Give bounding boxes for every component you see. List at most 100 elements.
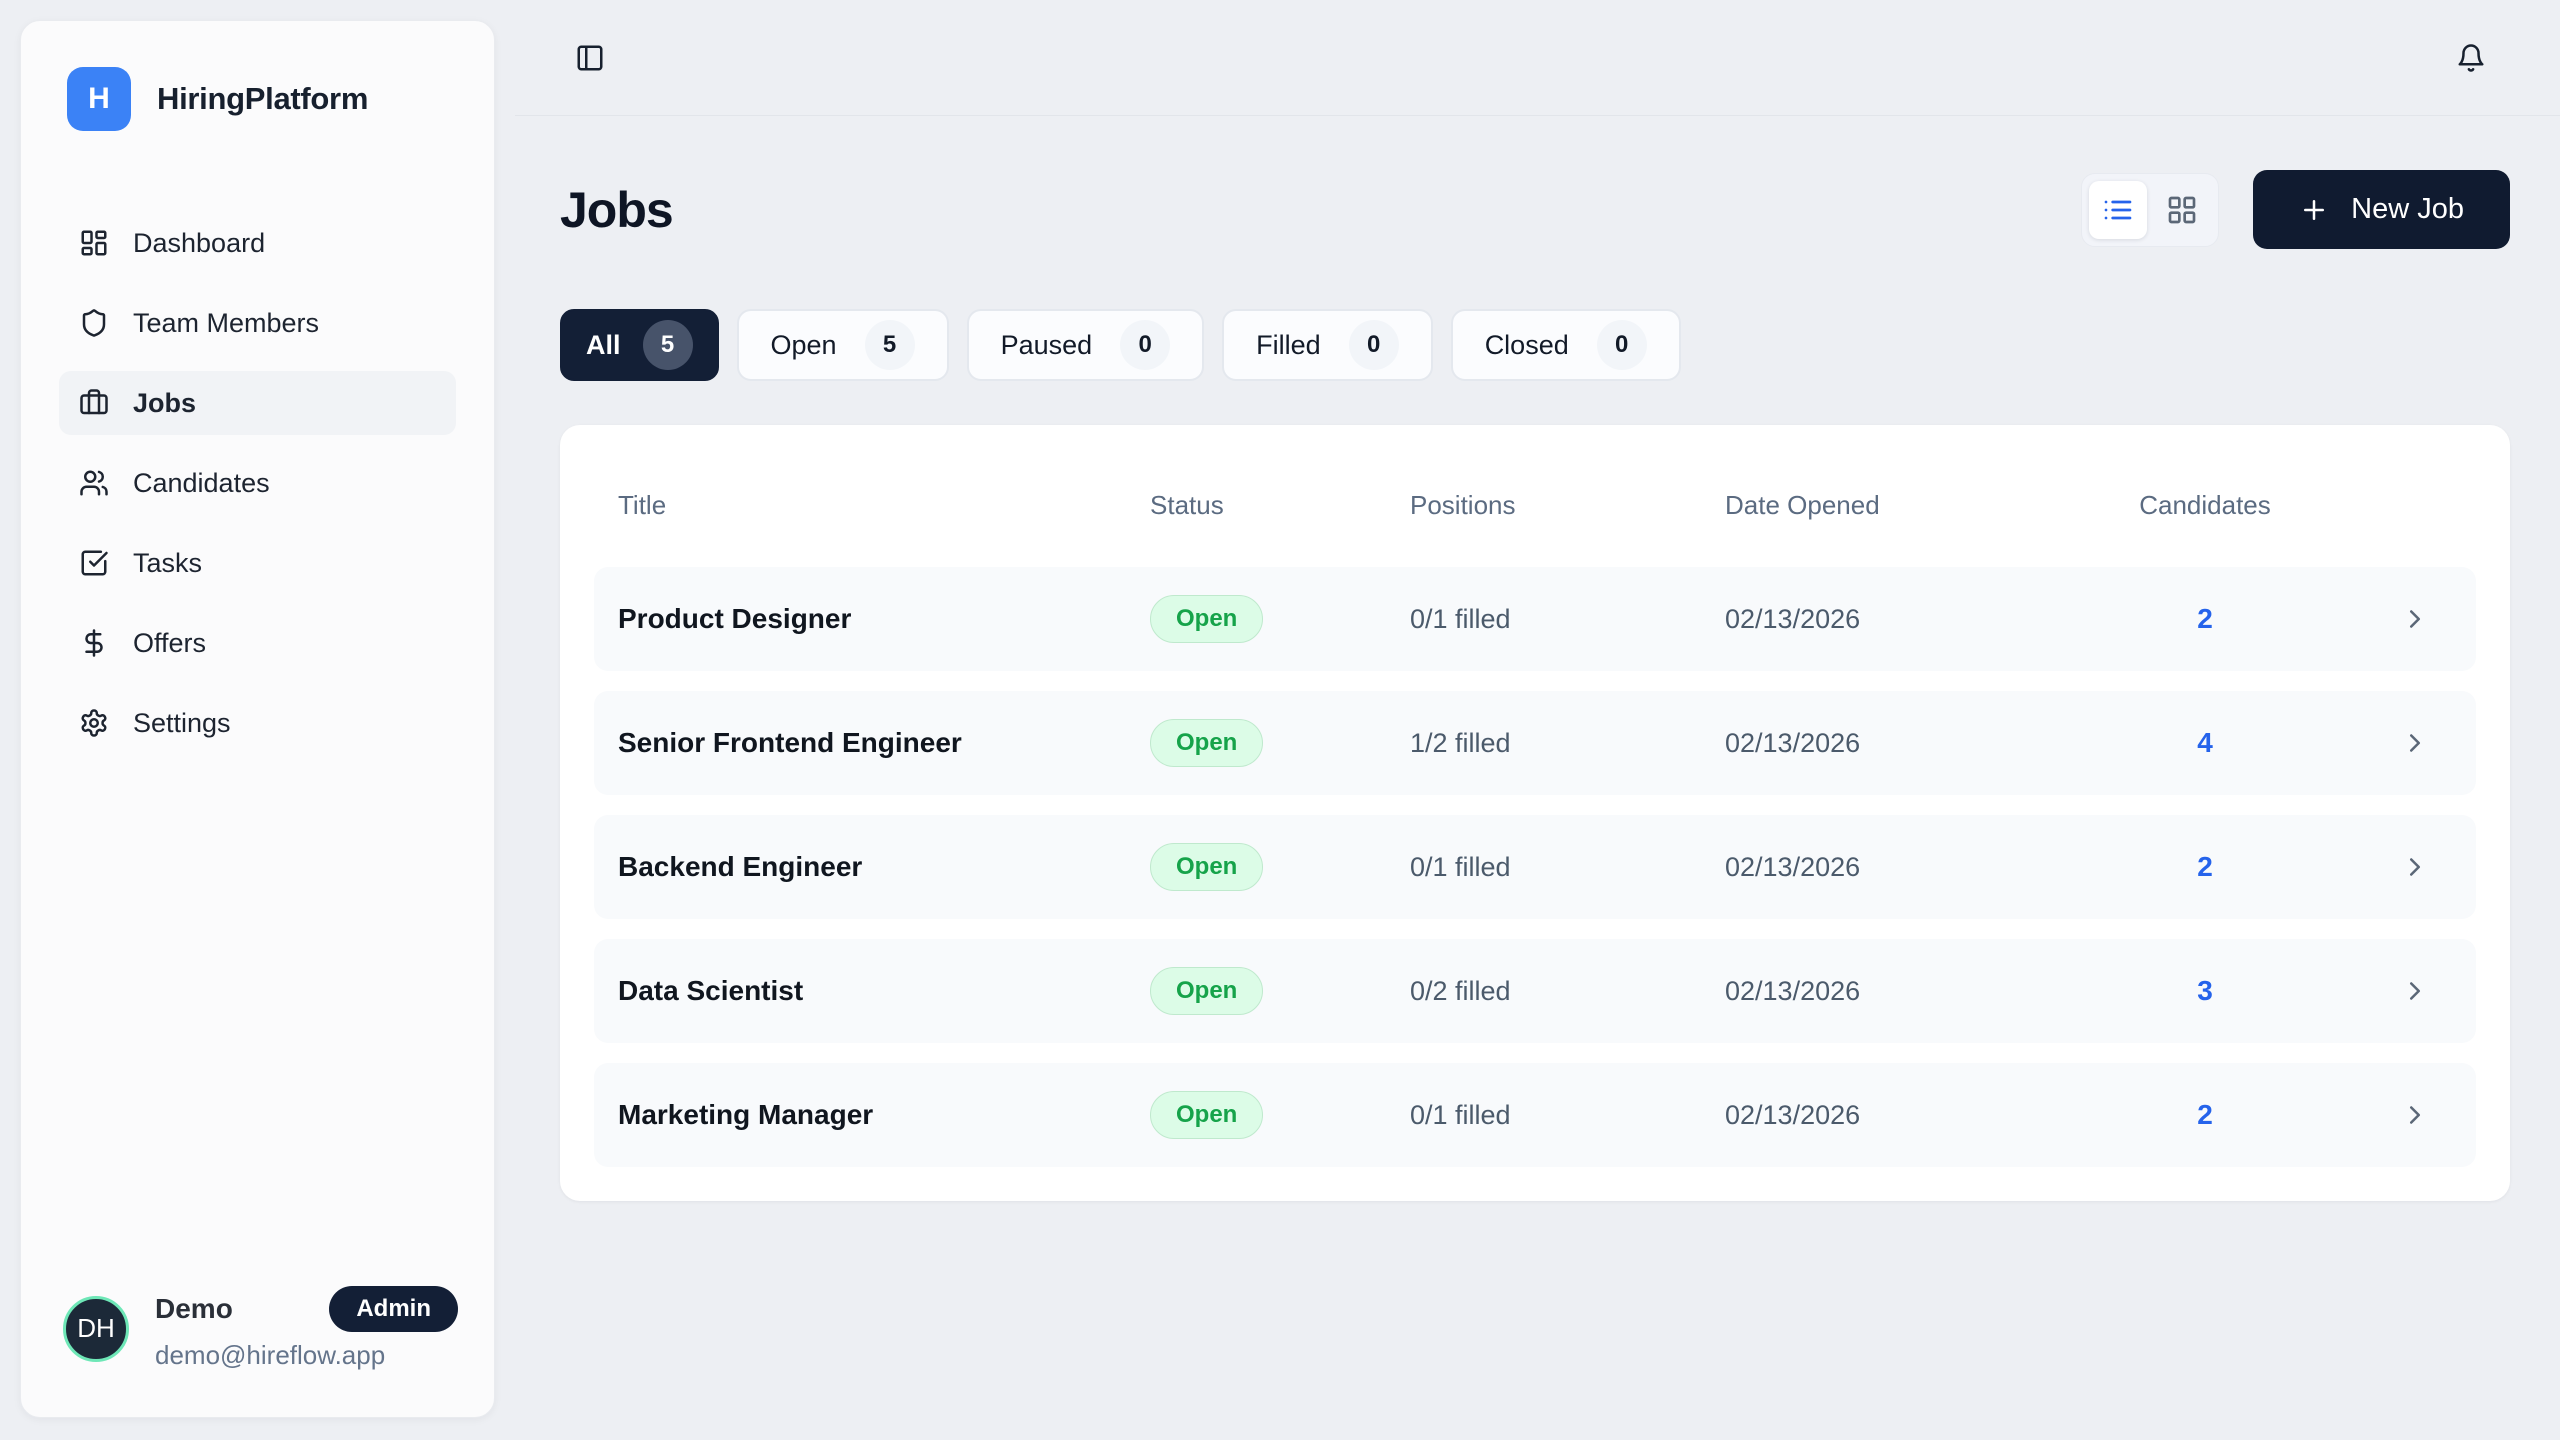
column-header-positions: Positions [1410,490,1725,521]
column-header-title: Title [594,490,1150,521]
job-title: Data Scientist [594,975,1150,1007]
notifications-button[interactable] [2456,43,2486,73]
brand-name: HiringPlatform [157,81,368,117]
job-date-opened: 02/13/2026 [1725,728,2135,759]
filter-tabs: All 5 Open 5 Paused 0 Filled 0 Closed 0 [560,309,2510,381]
filter-count: 0 [1349,320,1399,370]
sidebar-item-tasks[interactable]: Tasks [59,531,456,595]
table-row[interactable]: Senior Frontend Engineer Open 1/2 filled… [594,691,2476,795]
row-chevron[interactable] [2400,604,2476,634]
chevron-right-icon [2400,976,2430,1006]
job-candidates-count[interactable]: 3 [2135,975,2275,1007]
filter-all[interactable]: All 5 [560,309,719,381]
jobs-table-card: Title Status Positions Date Opened Candi… [560,425,2510,1201]
column-header-candidates: Candidates [2135,490,2275,521]
user-name: Demo [155,1293,233,1325]
column-header-status: Status [1150,490,1410,521]
job-positions: 0/1 filled [1410,1100,1725,1131]
filter-count: 0 [1120,320,1170,370]
job-candidates-count[interactable]: 2 [2135,851,2275,883]
filter-count: 0 [1597,320,1647,370]
sidebar: H HiringPlatform Dashboard Team Members … [20,20,495,1418]
job-status-cell: Open [1150,967,1410,1015]
job-status-cell: Open [1150,1091,1410,1139]
filter-filled[interactable]: Filled 0 [1222,309,1433,381]
sidebar-item-offers[interactable]: Offers [59,611,456,675]
main-content: Jobs New Job All 5 [515,116,2560,1440]
table-row[interactable]: Product Designer Open 0/1 filled 02/13/2… [594,567,2476,671]
user-section[interactable]: DH Demo Admin demo@hireflow.app [21,1286,494,1417]
filter-label: Filled [1256,330,1321,361]
page-header: Jobs New Job [560,170,2510,249]
users-icon [79,468,109,498]
list-view-button[interactable] [2089,181,2147,239]
table-row[interactable]: Backend Engineer Open 0/1 filled 02/13/2… [594,815,2476,919]
job-positions: 0/1 filled [1410,852,1725,883]
filter-open[interactable]: Open 5 [737,309,949,381]
topbar [515,0,2560,116]
filter-label: Closed [1485,330,1569,361]
filter-label: All [586,330,621,361]
job-date-opened: 02/13/2026 [1725,1100,2135,1131]
row-chevron[interactable] [2400,976,2476,1006]
row-chevron[interactable] [2400,728,2476,758]
gear-icon [79,708,109,738]
job-candidates-count[interactable]: 2 [2135,1099,2275,1131]
job-candidates-count[interactable]: 4 [2135,727,2275,759]
bell-icon [2456,43,2486,73]
job-positions: 1/2 filled [1410,728,1725,759]
status-badge: Open [1150,1091,1263,1139]
sidebar-item-jobs[interactable]: Jobs [59,371,456,435]
table-row[interactable]: Marketing Manager Open 0/1 filled 02/13/… [594,1063,2476,1167]
sidebar-item-dashboard[interactable]: Dashboard [59,211,456,275]
sidebar-toggle-button[interactable] [575,43,605,73]
filter-count: 5 [865,320,915,370]
grid-view-button[interactable] [2153,181,2211,239]
list-icon [2102,194,2134,226]
panel-left-icon [575,43,605,73]
chevron-right-icon [2400,604,2430,634]
sidebar-nav: Dashboard Team Members Jobs Candidates T… [21,211,494,755]
dashboard-icon [79,228,109,258]
job-candidates-count[interactable]: 2 [2135,603,2275,635]
sidebar-item-team-members[interactable]: Team Members [59,291,456,355]
job-date-opened: 02/13/2026 [1725,852,2135,883]
header-actions: New Job [2081,170,2510,249]
sidebar-item-candidates[interactable]: Candidates [59,451,456,515]
status-badge: Open [1150,843,1263,891]
row-chevron[interactable] [2400,852,2476,882]
table-row[interactable]: Data Scientist Open 0/2 filled 02/13/202… [594,939,2476,1043]
status-badge: Open [1150,967,1263,1015]
new-job-label: New Job [2351,193,2464,226]
user-info: Demo Admin demo@hireflow.app [155,1286,458,1371]
grid-icon [2166,194,2198,226]
sidebar-item-label: Offers [133,628,206,659]
sidebar-item-label: Jobs [133,388,196,419]
row-chevron[interactable] [2400,1100,2476,1130]
filter-paused[interactable]: Paused 0 [967,309,1205,381]
dollar-icon [79,628,109,658]
role-badge: Admin [329,1286,458,1332]
sidebar-item-settings[interactable]: Settings [59,691,456,755]
brand-logo: H [67,67,131,131]
new-job-button[interactable]: New Job [2253,170,2510,249]
job-date-opened: 02/13/2026 [1725,976,2135,1007]
sidebar-item-label: Candidates [133,468,270,499]
sidebar-item-label: Dashboard [133,228,265,259]
job-positions: 0/1 filled [1410,604,1725,635]
shield-icon [79,308,109,338]
view-toggle [2081,173,2219,247]
job-title: Backend Engineer [594,851,1150,883]
column-header-date-opened: Date Opened [1725,490,2135,521]
brand: H HiringPlatform [21,21,494,131]
square-check-icon [79,548,109,578]
job-title: Marketing Manager [594,1099,1150,1131]
filter-label: Open [771,330,837,361]
filter-count: 5 [643,320,693,370]
job-title: Senior Frontend Engineer [594,727,1150,759]
plus-icon [2299,195,2329,225]
filter-closed[interactable]: Closed 0 [1451,309,1681,381]
page-title: Jobs [560,181,673,239]
chevron-right-icon [2400,852,2430,882]
job-status-cell: Open [1150,843,1410,891]
